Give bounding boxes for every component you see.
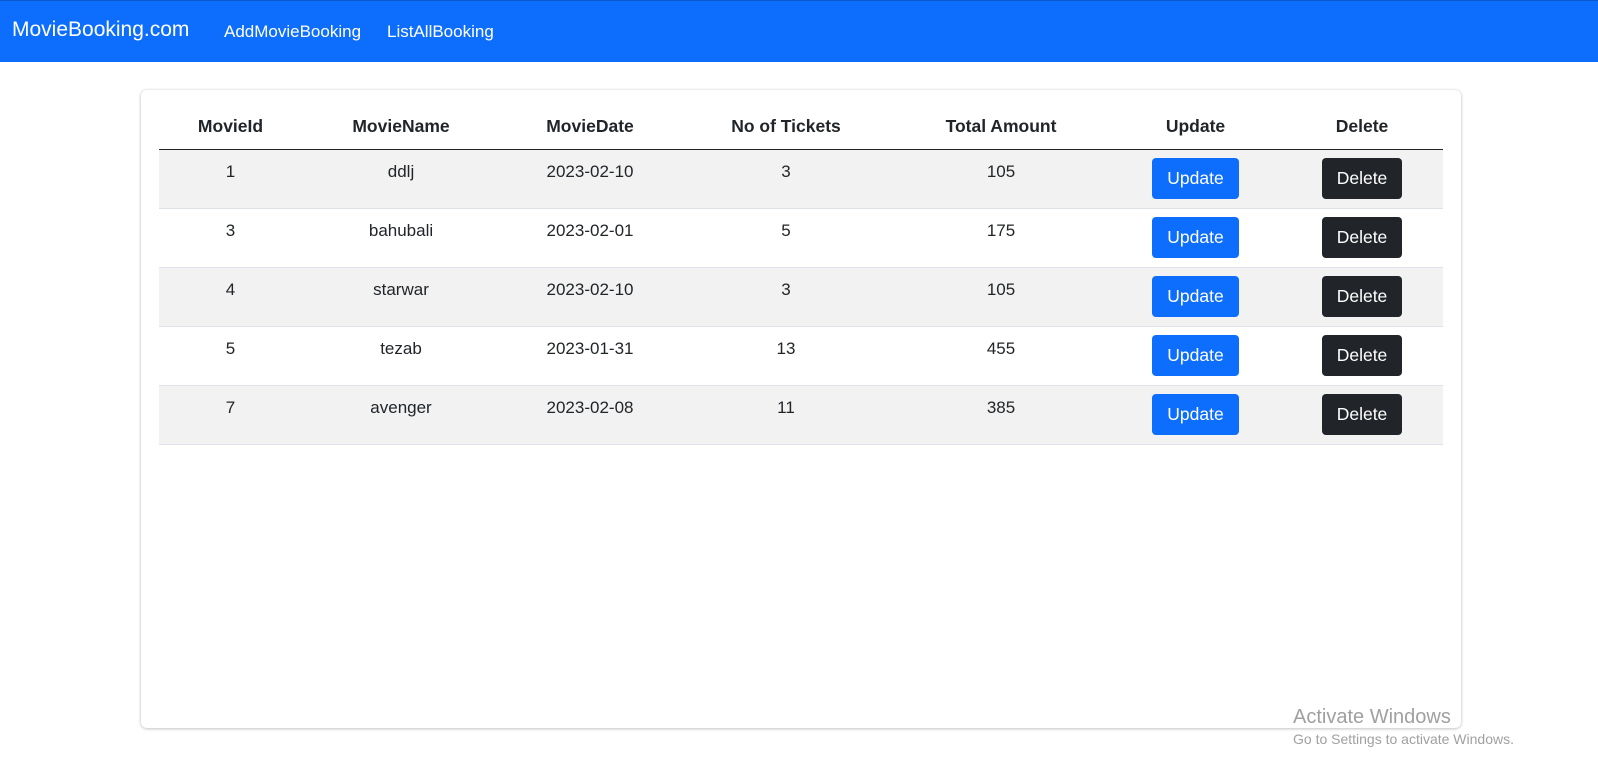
table-row: 7 avenger 2023-02-08 11 385 Update Delet… [159,385,1443,445]
update-button[interactable]: Update [1152,276,1239,317]
booking-card: MovieId MovieName MovieDate No of Ticket… [141,90,1461,728]
cell-movie-name: tezab [302,326,500,386]
delete-button[interactable]: Delete [1321,394,1403,435]
cell-movie-name: bahubali [302,208,500,268]
delete-button[interactable]: Delete [1321,158,1403,199]
table-row: 3 bahubali 2023-02-01 5 175 Update Delet… [159,208,1443,268]
cell-total-amount: 105 [892,149,1110,209]
update-button[interactable]: Update [1152,158,1239,199]
bookings-table: MovieId MovieName MovieDate No of Ticket… [159,104,1443,445]
cell-movie-date: 2023-02-10 [500,267,680,327]
cell-movie-date: 2023-01-31 [500,326,680,386]
cell-delete: Delete [1281,326,1443,386]
cell-movie-id: 3 [159,208,302,268]
header-movie-id: MovieId [159,104,302,150]
cell-total-amount: 105 [892,267,1110,327]
cell-update: Update [1110,208,1281,268]
cell-movie-id: 1 [159,149,302,209]
delete-button[interactable]: Delete [1321,217,1403,258]
cell-total-amount: 385 [892,385,1110,445]
watermark-subtitle: Go to Settings to activate Windows. [1293,731,1514,747]
cell-movie-name: starwar [302,267,500,327]
top-navbar: MovieBooking.com AddMovieBooking ListAll… [0,0,1598,62]
cell-movie-date: 2023-02-01 [500,208,680,268]
table-row: 1 ddlj 2023-02-10 3 105 Update Delete [159,149,1443,209]
update-button[interactable]: Update [1152,394,1239,435]
cell-delete: Delete [1281,149,1443,209]
brand-link[interactable]: MovieBooking.com [12,18,189,42]
cell-delete: Delete [1281,267,1443,327]
update-button[interactable]: Update [1152,335,1239,376]
header-total-amount: Total Amount [892,104,1110,150]
table-row: 4 starwar 2023-02-10 3 105 Update Delete [159,267,1443,327]
cell-movie-id: 4 [159,267,302,327]
cell-delete: Delete [1281,385,1443,445]
table-row: 5 tezab 2023-01-31 13 455 Update Delete [159,326,1443,386]
cell-total-amount: 175 [892,208,1110,268]
cell-movie-name: avenger [302,385,500,445]
cell-tickets: 3 [680,149,892,209]
delete-button[interactable]: Delete [1321,335,1403,376]
header-movie-name: MovieName [302,104,500,150]
cell-update: Update [1110,149,1281,209]
cell-tickets: 11 [680,385,892,445]
header-delete: Delete [1281,104,1443,150]
update-button[interactable]: Update [1152,217,1239,258]
cell-update: Update [1110,326,1281,386]
watermark-title: Activate Windows [1293,706,1451,728]
nav-add-movie-booking[interactable]: AddMovieBooking [224,22,361,42]
cell-movie-id: 5 [159,326,302,386]
delete-button[interactable]: Delete [1321,276,1403,317]
header-update: Update [1110,104,1281,150]
cell-total-amount: 455 [892,326,1110,386]
header-no-of-tickets: No of Tickets [680,104,892,150]
cell-update: Update [1110,385,1281,445]
cell-tickets: 5 [680,208,892,268]
cell-tickets: 3 [680,267,892,327]
cell-update: Update [1110,267,1281,327]
cell-tickets: 13 [680,326,892,386]
cell-movie-date: 2023-02-08 [500,385,680,445]
header-movie-date: MovieDate [500,104,680,150]
activate-windows-watermark: Activate Windows Go to Settings to activ… [1293,705,1514,749]
cell-movie-id: 7 [159,385,302,445]
cell-delete: Delete [1281,208,1443,268]
cell-movie-date: 2023-02-10 [500,149,680,209]
cell-movie-name: ddlj [302,149,500,209]
table-header-row: MovieId MovieName MovieDate No of Ticket… [159,104,1443,150]
nav-list-all-booking[interactable]: ListAllBooking [387,22,494,42]
